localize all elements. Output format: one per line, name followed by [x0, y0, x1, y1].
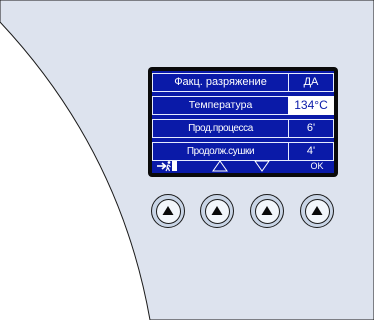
- triangle-up-filled-icon: [211, 206, 223, 215]
- hardware-button-1[interactable]: [151, 194, 185, 228]
- exit-arrow-icon: [156, 160, 182, 173]
- ok-softkey-label: OK: [310, 161, 324, 171]
- menu-row-value-selected: 134°C: [288, 96, 334, 115]
- triangle-up-filled-icon: [311, 206, 323, 215]
- menu-row-temperature[interactable]: Температура 134°C: [152, 96, 334, 115]
- menu-row-label: Прод.процесса: [152, 119, 288, 138]
- lcd-screen: Факц. разряжение ДА Температура 134°C Пр…: [152, 71, 334, 173]
- menu-row-process-duration[interactable]: Прод.процесса 6': [152, 119, 334, 138]
- triangle-up-filled-icon: [261, 206, 273, 215]
- menu-row-label: Продолж.сушки: [152, 142, 288, 161]
- hardware-button-4[interactable]: [300, 194, 334, 228]
- menu-row-drying-duration[interactable]: Продолж.сушки 4': [152, 142, 334, 161]
- menu-row-value: 6': [288, 119, 334, 138]
- menu-row-label: Температура: [152, 96, 288, 115]
- menu-row-label: Факц. разряжение: [152, 73, 288, 92]
- menu-row-vacuum[interactable]: Факц. разряжение ДА: [152, 73, 334, 92]
- menu-row-value: 4': [288, 142, 334, 161]
- triangle-down-outline-icon: [254, 160, 270, 173]
- softkey-bar: OK: [152, 160, 334, 173]
- hardware-button-3[interactable]: [250, 194, 284, 228]
- lcd-display-frame: Факц. разряжение ДА Температура 134°C Пр…: [148, 67, 338, 177]
- menu-row-value: ДА: [288, 73, 334, 92]
- triangle-up-filled-icon: [162, 206, 174, 215]
- triangle-up-outline-icon: [212, 160, 228, 173]
- hardware-button-2[interactable]: [200, 194, 234, 228]
